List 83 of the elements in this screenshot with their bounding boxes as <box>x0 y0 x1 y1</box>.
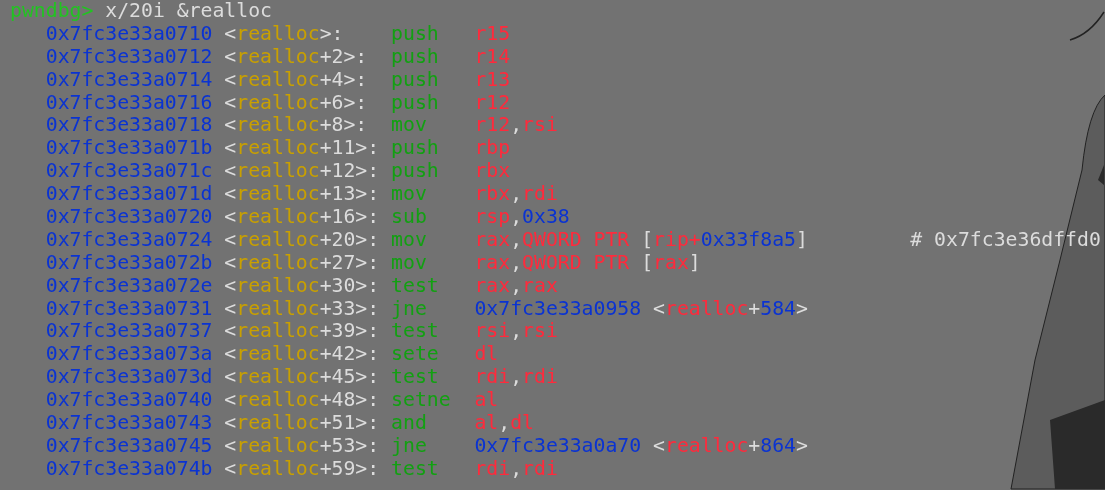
symbol-label: <realloc+59>: <box>224 456 380 480</box>
symbol-label: <realloc+30>: <box>224 273 380 297</box>
operand-text: r12 <box>474 90 511 114</box>
address-text: 0x7fc3e33a0740 <box>45 389 214 413</box>
operand-text: rbp <box>474 136 511 160</box>
symbol-label: <realloc>: <box>224 21 344 45</box>
mnemonic-text: mov <box>391 113 427 137</box>
address-text: 0x7fc3e33a0724 <box>45 228 214 252</box>
symbol-label: <realloc+8>: <box>224 113 368 137</box>
symbol-label: <realloc+4>: <box>224 67 368 91</box>
address-text: 0x7fc3e33a0731 <box>45 297 214 321</box>
mnemonic-text: mov <box>391 227 427 251</box>
address-text: 0x7fc3e33a071b <box>45 137 214 161</box>
operand-text: rax,QWORD PTR [rip+0x33f8a5] <box>474 227 808 251</box>
mnemonic-text: push <box>391 44 439 68</box>
address-text: 0x7fc3e33a0716 <box>45 91 214 115</box>
operand-text: rsp,0x38 <box>474 205 570 228</box>
symbol-label: <realloc+2>: <box>224 44 368 68</box>
address-text: 0x7fc3e33a0737 <box>45 320 214 344</box>
operand-text: r13 <box>474 67 511 91</box>
symbol-label: <realloc+48>: <box>224 388 380 412</box>
operand-text: 0x7fc3e33a0a70 <realloc+864> <box>474 433 808 457</box>
symbol-label: <realloc+53>: <box>224 433 380 457</box>
operand-text: rbx,rdi <box>474 182 558 206</box>
mnemonic-text: setne <box>391 388 451 412</box>
address-text: 0x7fc3e33a0718 <box>45 114 214 138</box>
symbol-label: <realloc+6>: <box>224 90 368 114</box>
mnemonic-text: mov <box>391 250 427 274</box>
mnemonic-text: test <box>391 365 439 389</box>
symbol-label: <realloc+20>: <box>224 227 380 251</box>
operand-text: r14 <box>474 44 511 68</box>
address-text: 0x7fc3e33a0712 <box>45 45 214 69</box>
operand-text: r15 <box>474 21 511 45</box>
address-text: 0x7fc3e33a073a <box>45 343 214 367</box>
address-text: 0x7fc3e33a0743 <box>45 412 214 435</box>
symbol-label: <realloc+42>: <box>224 342 380 366</box>
address-text: 0x7fc3e33a074b <box>45 457 214 481</box>
symbol-label: <realloc+16>: <box>224 205 380 228</box>
mnemonic-text: sete <box>391 342 439 366</box>
symbol-label: <realloc+45>: <box>224 365 380 389</box>
address-text: 0x7fc3e33a0745 <box>45 434 214 458</box>
mnemonic-text: push <box>391 67 439 91</box>
prompt-text: pwndbg> <box>10 0 94 23</box>
symbol-label: <realloc+27>: <box>224 250 380 274</box>
mnemonic-text: test <box>391 319 439 343</box>
comment-text: # 0x7fc3e36dffd0 <box>910 228 1101 252</box>
mnemonic-text: jne <box>391 296 427 320</box>
command-text: x/20i &realloc <box>105 0 272 23</box>
operand-text: rdi,rdi <box>474 456 558 480</box>
mnemonic-text: sub <box>391 205 427 228</box>
mnemonic-text: jne <box>391 433 427 457</box>
address-text: 0x7fc3e33a073d <box>45 366 214 390</box>
operand-text: 0x7fc3e33a0958 <realloc+584> <box>474 296 808 320</box>
operand-text: rbx <box>474 159 511 183</box>
address-text: 0x7fc3e33a072e <box>45 274 214 298</box>
symbol-label: <realloc+51>: <box>224 411 380 435</box>
operand-text: rax,rax <box>474 273 558 297</box>
operand-text: rdi,rdi <box>474 365 558 389</box>
address-text: 0x7fc3e33a0710 <box>45 22 214 46</box>
address-text: 0x7fc3e33a0714 <box>45 68 214 92</box>
operand-text: dl <box>474 342 499 366</box>
address-text: 0x7fc3e33a071d <box>45 183 214 206</box>
mnemonic-text: mov <box>391 182 427 206</box>
symbol-label: <realloc+12>: <box>224 159 380 183</box>
symbol-label: <realloc+39>: <box>224 319 380 343</box>
mnemonic-text: push <box>391 159 439 183</box>
mnemonic-text: test <box>391 273 439 297</box>
address-text: 0x7fc3e33a072b <box>45 251 214 275</box>
symbol-label: <realloc+33>: <box>224 296 380 320</box>
mnemonic-text: push <box>391 136 439 160</box>
operand-text: r12,rsi <box>474 113 558 137</box>
symbol-label: <realloc+13>: <box>224 182 380 206</box>
symbol-label: <realloc+11>: <box>224 136 380 160</box>
operand-text: al <box>474 388 499 412</box>
mnemonic-text: push <box>391 21 439 45</box>
operand-text: al,dl <box>474 411 534 435</box>
mnemonic-text: push <box>391 90 439 114</box>
operand-text: rax,QWORD PTR [rax] <box>474 250 701 274</box>
mnemonic-text: test <box>391 456 439 480</box>
address-text: 0x7fc3e33a071c <box>45 160 214 184</box>
address-text: 0x7fc3e33a0720 <box>45 206 214 229</box>
mnemonic-text: and <box>391 411 427 435</box>
operand-text: rsi,rsi <box>474 319 558 343</box>
